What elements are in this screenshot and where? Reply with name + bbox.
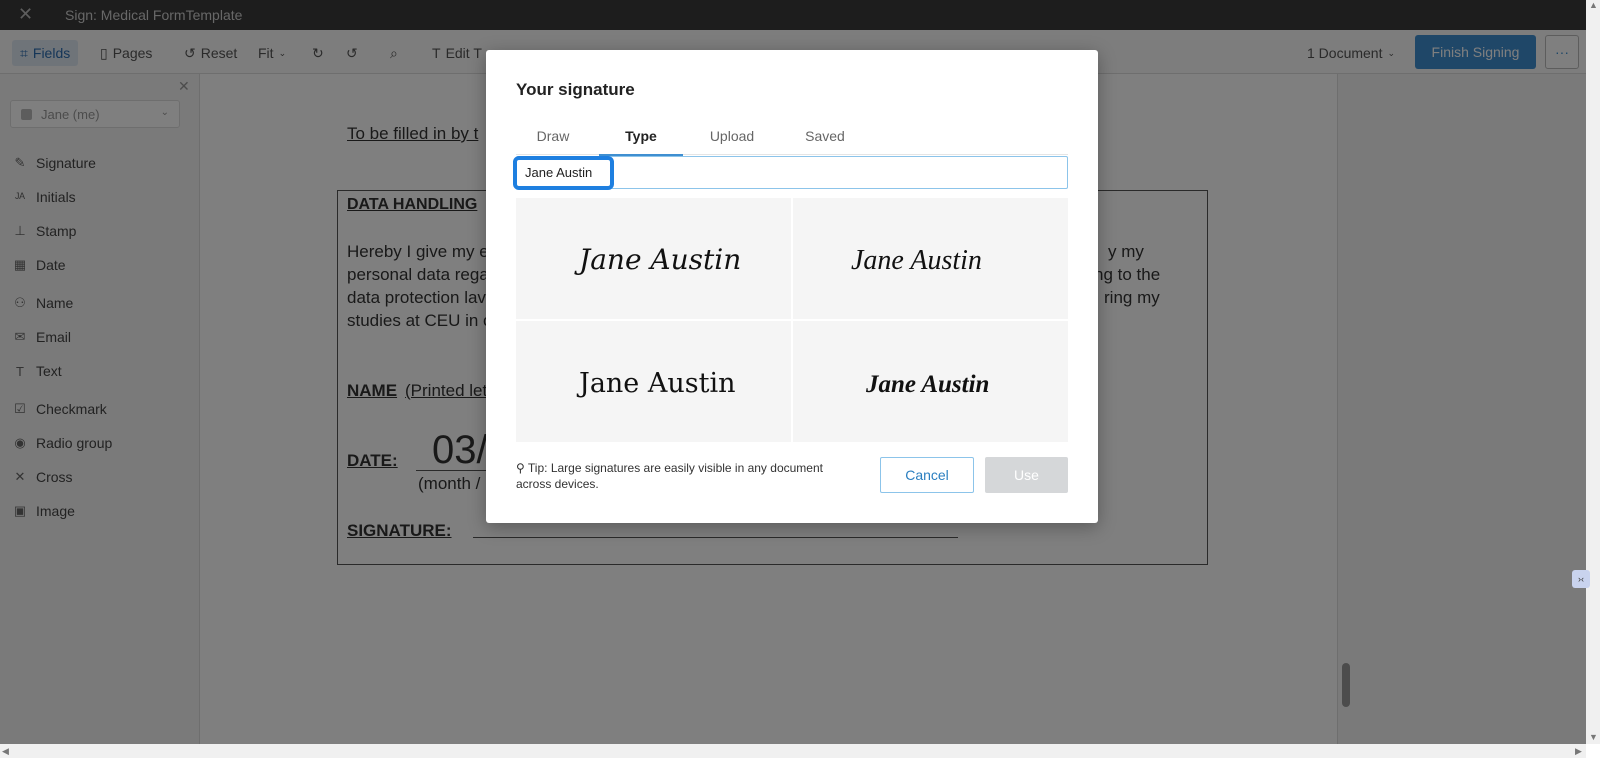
signature-name-input[interactable]: [516, 156, 1068, 189]
signature-option[interactable]: Jane Austin: [516, 321, 791, 442]
signature-option[interactable]: Jane Austin: [793, 198, 1068, 319]
tab-upload[interactable]: Upload: [704, 128, 760, 156]
tip-label: Tip: Large signatures are easily visible…: [516, 461, 823, 491]
svg-text:Jane Austin: Jane Austin: [574, 243, 741, 276]
dialog-title: Your signature: [516, 80, 635, 99]
signature-option[interactable]: Jane Austin: [516, 198, 791, 319]
use-button[interactable]: Use: [985, 457, 1068, 493]
svg-text:Jane Austin: Jane Austin: [865, 371, 989, 398]
scroll-right-icon[interactable]: ▶: [1575, 746, 1582, 757]
tip-text: ⚲ Tip: Large signatures are easily visib…: [516, 460, 856, 492]
signature-preview: Jane Austin: [576, 368, 736, 399]
signature-option[interactable]: Jane Austin: [793, 321, 1068, 442]
signature-preview: Jane Austin: [851, 245, 982, 276]
cancel-button[interactable]: Cancel: [880, 457, 974, 493]
svg-text:Jane Austin: Jane Austin: [576, 368, 736, 399]
svg-text:Jane Austin: Jane Austin: [851, 245, 982, 276]
signature-style-grid: Jane Austin Jane Austin Jane Austin Jane…: [516, 198, 1068, 442]
scroll-left-icon[interactable]: ◀: [2, 746, 9, 757]
tab-draw[interactable]: Draw: [528, 128, 578, 156]
feedback-widget-icon[interactable]: ›‹: [1572, 570, 1590, 588]
lightbulb-icon: ⚲: [516, 461, 525, 475]
scroll-down-icon[interactable]: ▼: [1589, 732, 1598, 742]
signature-preview: Jane Austin: [865, 371, 989, 398]
tab-type[interactable]: Type: [599, 128, 683, 156]
vertical-scrollbar[interactable]: ▲ ▼: [1586, 0, 1600, 744]
signature-preview: Jane Austin: [574, 243, 741, 276]
signature-dialog: Your signature Draw Type Upload Saved Ja…: [486, 50, 1098, 523]
tab-saved[interactable]: Saved: [800, 128, 850, 156]
horizontal-scrollbar[interactable]: ◀ ▶: [0, 744, 1586, 758]
scroll-up-icon[interactable]: ▲: [1589, 0, 1598, 10]
